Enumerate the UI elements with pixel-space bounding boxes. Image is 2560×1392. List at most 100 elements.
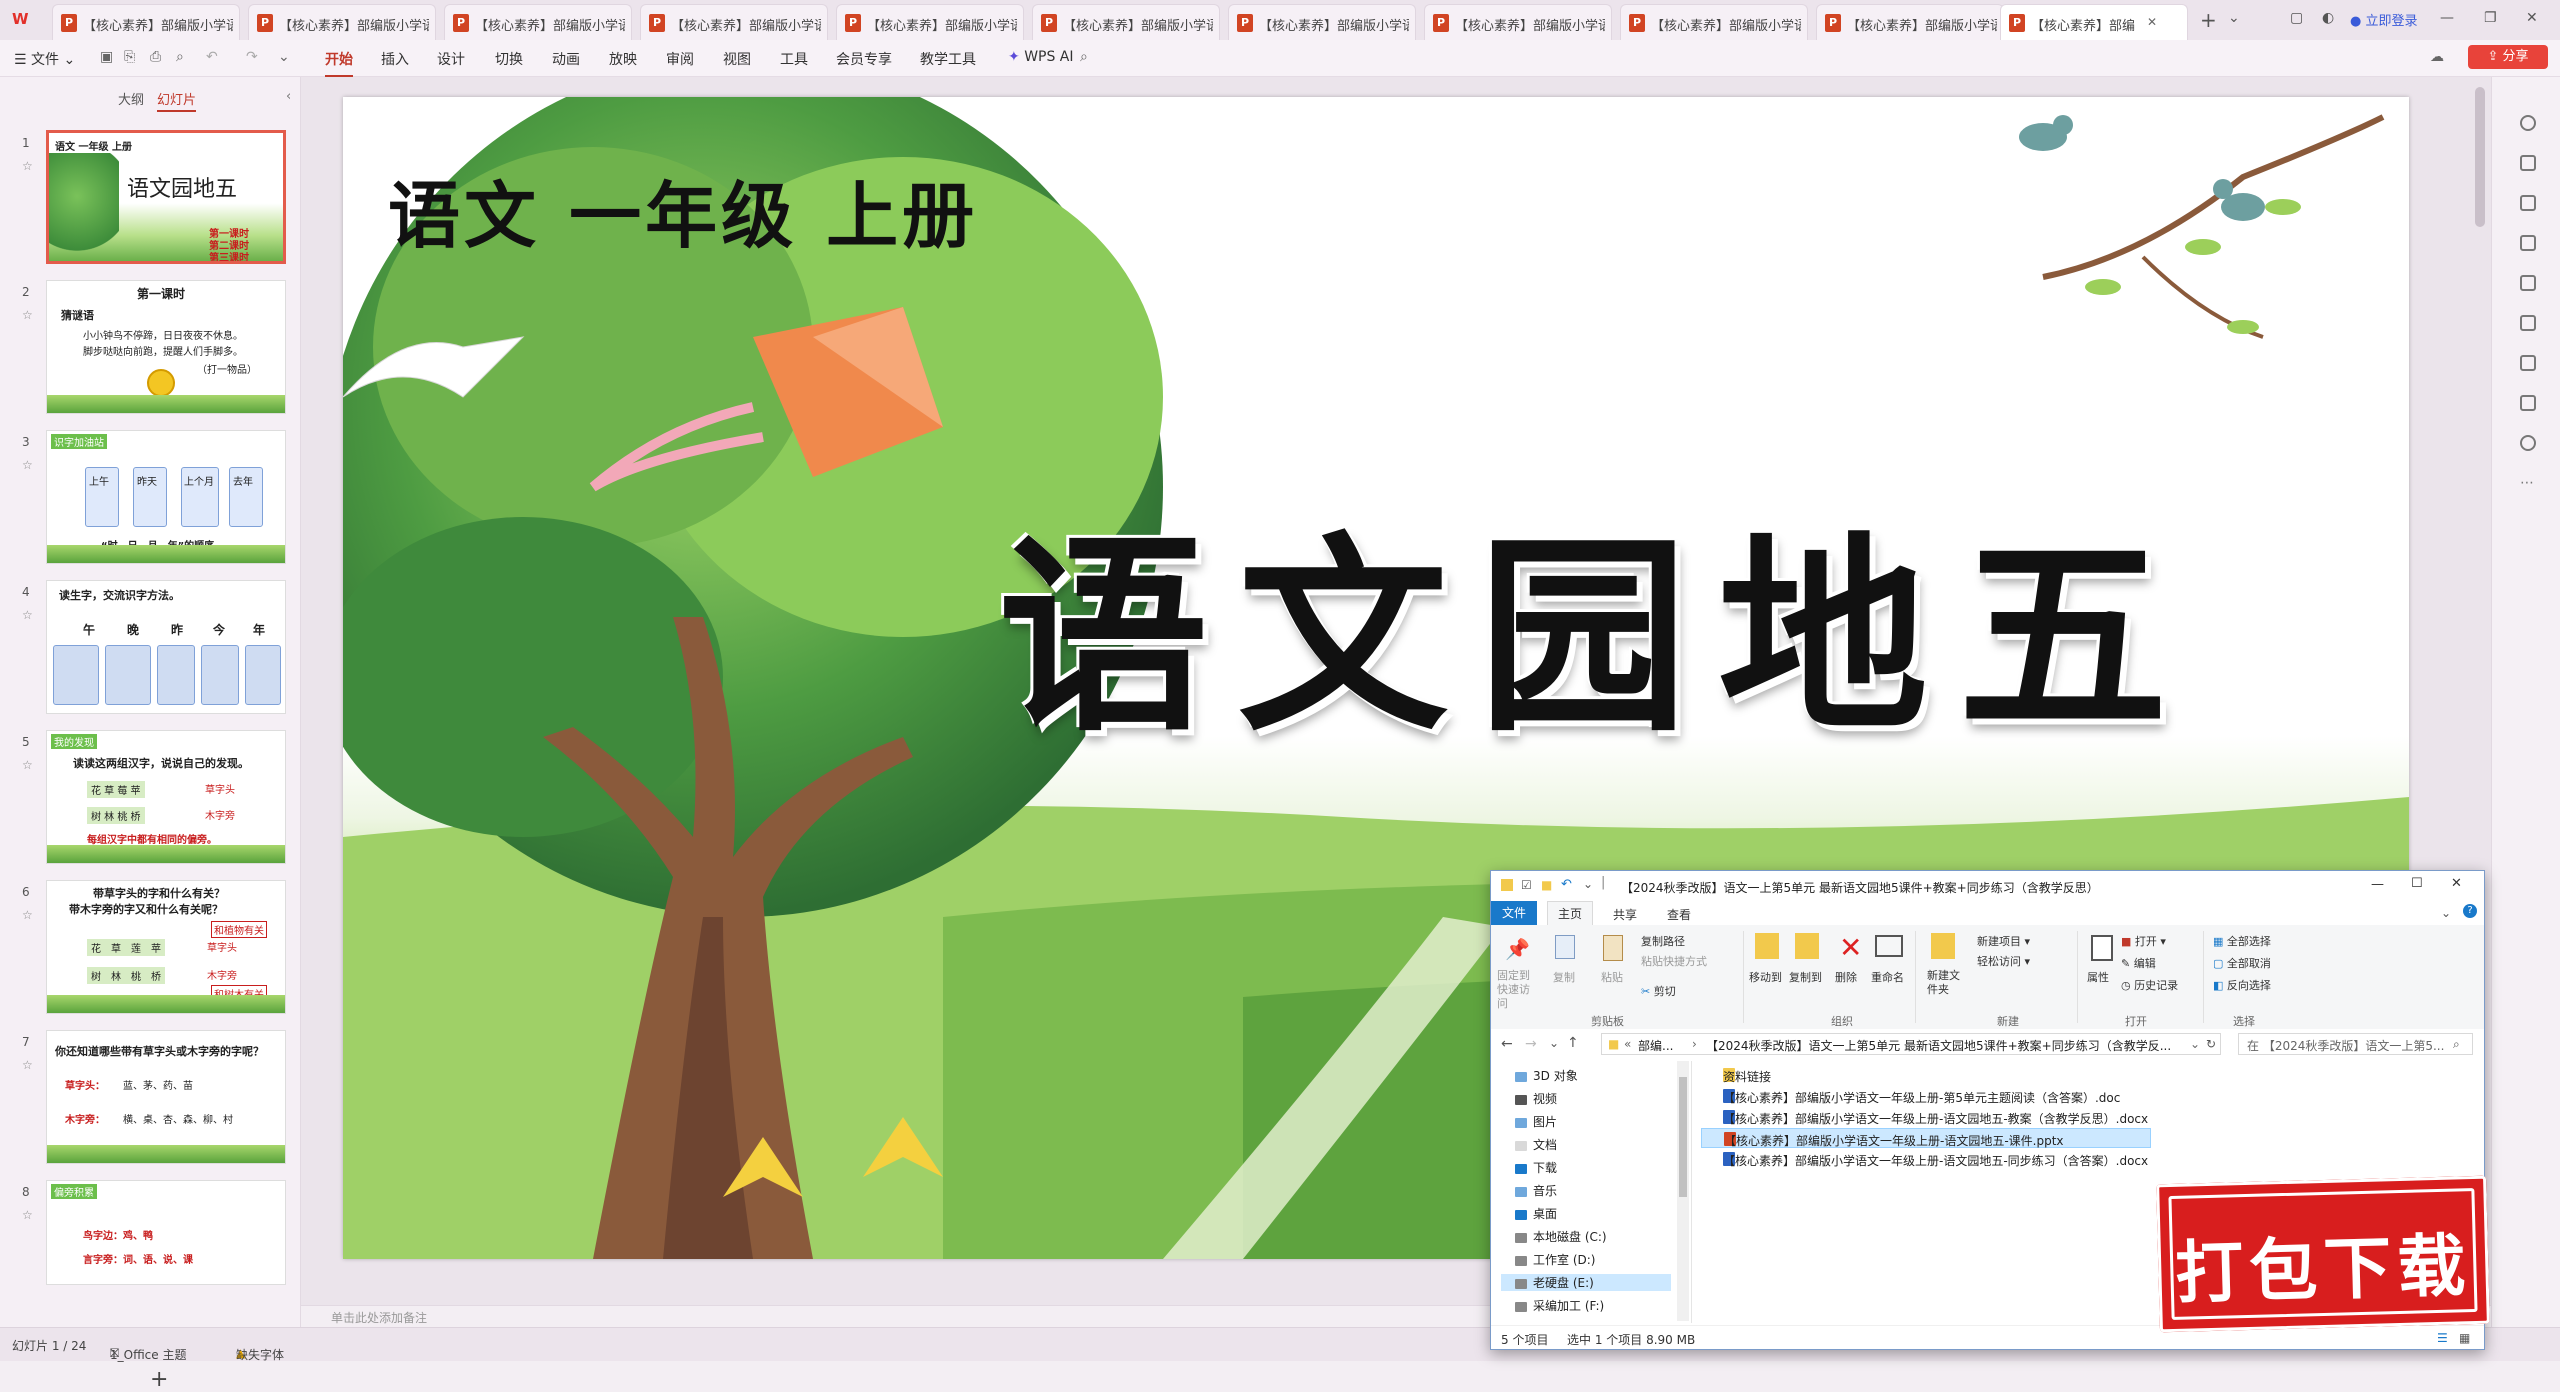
tab-tools[interactable]: 工具 [780,49,808,69]
copy-to-button[interactable]: 复制到 [1789,969,1822,985]
list-item-selected[interactable]: 【核心素养】部编版小学语文一年级上册-语文园地五-课件.pptx [1701,1128,2151,1148]
paste-button[interactable]: 粘贴 [1601,969,1623,985]
document-tab[interactable]: P 【核心素养】部编版小学语 [1816,4,2004,40]
nav-item-downloads[interactable]: 下载 [1515,1159,1557,1176]
tab-design[interactable]: 设计 [437,49,465,69]
star-icon[interactable]: ☆ [22,458,33,472]
save-icon[interactable]: ▣ [100,49,113,65]
new-folder-icon[interactable]: ■ [1541,878,1552,892]
delete-button[interactable]: 删除 [1835,969,1857,985]
copy-button[interactable]: 复制 [1553,969,1575,985]
copy-icon[interactable] [2520,235,2536,251]
refresh-icon[interactable]: ↻ [2206,1037,2216,1051]
share-button[interactable]: ⇪ 分享 [2468,45,2548,69]
back-icon[interactable]: ← [1501,1036,1513,1052]
move-to-button[interactable]: 移动到 [1749,969,1782,985]
document-tab[interactable]: P 【核心素养】部编版小学语 [52,4,240,40]
slide-thumbnail-5[interactable]: 我的发现 读读这两组汉字，说说自己的发现。 花 草 莓 苹 草字头 树 林 桃 … [46,730,286,864]
chevron-down-icon[interactable]: ⌄ [1583,877,1593,891]
tiles-view-icon[interactable]: ▦ [2459,1331,2470,1345]
document-tab[interactable]: P 【核心素养】部编版小学语 [836,4,1024,40]
tab-insert[interactable]: 插入 [381,49,409,69]
search-input[interactable]: 在 【2024秋季改版】语文一上第5... ⌕ [2238,1033,2473,1055]
editor-scrollbar[interactable] [2475,87,2485,227]
help-icon[interactable] [2520,435,2536,451]
slide-thumbnail-6[interactable]: 带草字头的字和什么有关？ 带木字旁的字又和什么有关呢？ 和植物有关 草字头 花 … [46,880,286,1014]
nav-item-pictures[interactable]: 图片 [1515,1113,1557,1130]
star-icon[interactable] [2520,195,2536,211]
star-icon[interactable]: ☆ [22,1208,33,1222]
collapse-panel-icon[interactable]: ‹ [286,89,291,104]
add-slide-button[interactable]: + [150,1367,168,1392]
tab-review[interactable]: 审阅 [666,49,694,69]
document-tab[interactable]: P 【核心素养】部编版小学语 [1424,4,1612,40]
nav-item-drive-f[interactable]: 采编加工 (F:) [1515,1297,1604,1314]
tab-home[interactable]: 主页 [1547,901,1594,926]
document-tab[interactable]: P 【核心素养】部编版小学语 [640,4,828,40]
list-item[interactable]: 【核心素养】部编版小学语文一年级上册-语文园地五-教案（含教学反思）.docx [1701,1107,2201,1127]
more-icon[interactable]: ⋯ [2520,475,2536,491]
select-all-button[interactable]: ▦ 全部选择 [2213,933,2271,949]
star-icon[interactable]: ☆ [22,908,33,922]
skin-icon[interactable]: ◐ [2322,10,2334,26]
tab-teaching-tools[interactable]: 教学工具 [920,49,976,69]
invert-selection-button[interactable]: ◧ 反向选择 [2213,977,2271,993]
cloud-icon[interactable]: ☁ [2430,49,2444,65]
star-icon[interactable]: ☆ [22,608,33,622]
open-button[interactable]: ■ 打开 ▾ [2121,933,2166,949]
new-item-button[interactable]: 新建项目 ▾ [1977,933,2030,949]
wps-logo[interactable]: W [12,10,34,30]
slide-subtitle[interactable]: 语文 一年级 上册 [388,157,978,262]
up-icon[interactable]: ↑ [1567,1035,1579,1051]
settings-icon[interactable] [2520,115,2536,131]
image-icon[interactable] [2520,275,2536,291]
chevron-down-icon[interactable]: ⌄ [2190,1037,2200,1051]
nav-item-drive-d[interactable]: 工作室 (D:) [1515,1251,1595,1268]
new-folder-button[interactable]: 新建文件夹 [1927,969,1967,997]
slide-thumbnail-2[interactable]: 第一课时 猜谜语 小小钟鸟不停蹄，日日夜夜不休息。 脚步哒哒向前跑，提醒人们手脚… [46,280,286,414]
tab-start[interactable]: 开始 [325,49,353,78]
rename-button[interactable]: 重命名 [1871,969,1904,985]
document-tab[interactable]: P 【核心素养】部编版小学语 [1032,4,1220,40]
restore-icon[interactable]: ❐ [2484,10,2497,26]
window-layout-icon[interactable]: ▢ [2290,10,2303,26]
nav-scrollbar[interactable] [1677,1061,1689,1321]
list-item[interactable]: 【核心素养】部编版小学语文一年级上册-语文园地五-同步练习（含答案）.docx [1701,1149,2201,1169]
edit-icon[interactable] [2520,155,2536,171]
export-icon[interactable]: ⎘ [124,49,135,65]
slide-title[interactable]: 语文园地五 [998,467,2198,771]
help-icon[interactable]: ? [2463,904,2477,918]
tab-view[interactable]: 视图 [723,49,751,69]
tab-animation[interactable]: 动画 [552,49,580,69]
tab-slides[interactable]: 幻灯片 [157,89,197,112]
file-menu[interactable]: ☰ 文件 ⌄ [14,49,75,69]
select-none-button[interactable]: ▢ 全部取消 [2213,955,2271,971]
slide-thumbnail-3[interactable]: 识字加油站 上午 昨天 上个月 去年 “时—日—月—年”的顺序 [46,430,286,564]
undo-icon[interactable]: ↶ [206,49,218,65]
properties-icon[interactable]: ☑ [1521,878,1532,892]
minimize-icon[interactable]: — [2440,10,2454,26]
nav-item-documents[interactable]: 文档 [1515,1136,1557,1153]
chevron-down-icon[interactable]: ⌄ [1549,1036,1559,1050]
maximize-icon[interactable]: ☐ [2411,876,2423,891]
nav-item-3d-objects[interactable]: 3D 对象 [1515,1067,1578,1084]
slide-thumbnail-8[interactable]: 偏旁积累 鸟字边：鸡、鸭 言字旁：词、语、说、课 [46,1180,286,1285]
star-icon[interactable]: ☆ [22,758,33,772]
tab-share[interactable]: 共享 [1613,906,1637,923]
cut-button[interactable]: ✂ 剪切 [1641,983,1676,999]
close-icon[interactable]: ✕ [2526,10,2538,26]
forward-icon[interactable]: → [1525,1036,1537,1052]
layout-icon[interactable] [2520,355,2536,371]
minimize-icon[interactable]: — [2371,877,2384,892]
star-icon[interactable]: ☆ [22,1058,33,1072]
nav-item-drive-e[interactable]: 老硬盘 (E:) [1501,1274,1671,1291]
slide-thumbnail-1[interactable]: 语文 一年级 上册 语文园地五 第一课时 第二课时 第三课时 [46,130,286,264]
tab-slideshow[interactable]: 放映 [609,49,637,69]
nav-item-videos[interactable]: 视频 [1515,1090,1557,1107]
close-icon[interactable]: ✕ [2451,876,2462,891]
search-icon[interactable]: ⌕ [1080,49,1088,65]
tab-transition[interactable]: 切换 [495,49,523,69]
list-item[interactable]: 【核心素养】部编版小学语文一年级上册-第5单元主题阅读（含答案）.doc [1701,1086,2201,1106]
tab-outline[interactable]: 大纲 [118,89,144,108]
tab-view[interactable]: 查看 [1667,906,1691,923]
